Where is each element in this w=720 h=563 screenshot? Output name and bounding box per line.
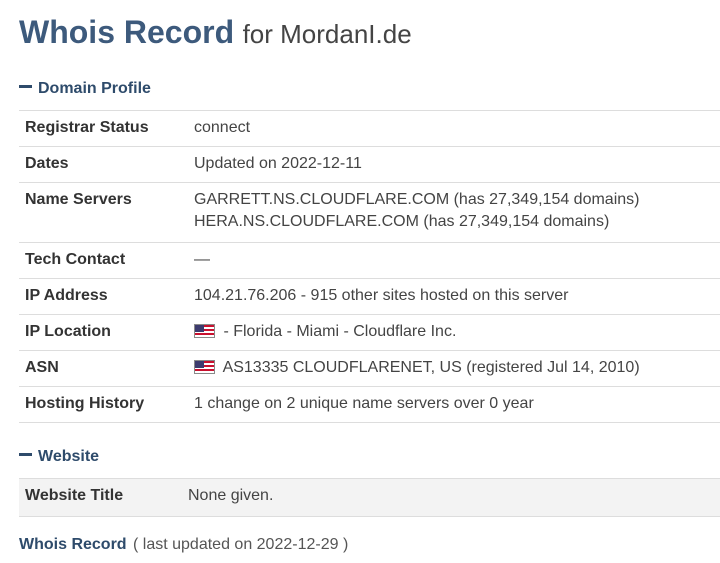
row-value: 1 change on 2 unique name servers over 0… xyxy=(194,386,720,423)
website-table: Website Title None given. xyxy=(19,478,720,517)
collapse-icon xyxy=(19,453,32,457)
table-row: Website Title None given. xyxy=(19,478,720,517)
last-updated-text: ( last updated on 2022-12-29 ) xyxy=(133,536,349,553)
row-label: Website Title xyxy=(19,478,188,517)
row-label: IP Location xyxy=(19,314,194,351)
table-row: IP Location - Florida - Miami - Cloudfla… xyxy=(19,314,720,351)
row-value: - Florida - Miami - Cloudflare Inc. xyxy=(194,314,720,351)
row-value: GARRETT.NS.CLOUDFLARE.COM (has 27,349,15… xyxy=(194,182,720,243)
page-title: Whois Record for MordanI.de xyxy=(19,14,412,51)
row-value: Updated on 2022-12-11 xyxy=(194,146,720,183)
us-flag-icon xyxy=(194,359,215,374)
ip-location-value: - Florida - Miami - Cloudflare Inc. xyxy=(219,323,457,340)
asn-value: AS13335 CLOUDFLARENET, US (registered Ju… xyxy=(219,359,640,376)
row-label: IP Address xyxy=(19,278,194,315)
row-label: Registrar Status xyxy=(19,110,194,147)
whois-record-link[interactable]: Whois Record xyxy=(19,536,127,553)
table-row: Tech Contact — xyxy=(19,242,720,279)
domain-profile-toggle[interactable]: Domain Profile xyxy=(19,80,151,98)
row-label: Hosting History xyxy=(19,386,194,423)
table-row: Name Servers GARRETT.NS.CLOUDFLARE.COM (… xyxy=(19,182,720,243)
table-row: ASN AS13335 CLOUDFLARENET, US (registere… xyxy=(19,350,720,387)
us-flag-icon xyxy=(194,323,215,338)
whois-record-footer: Whois Record ( last updated on 2022-12-2… xyxy=(19,536,348,554)
page-title-main: Whois Record xyxy=(19,14,235,50)
row-value: AS13335 CLOUDFLARENET, US (registered Ju… xyxy=(194,350,720,387)
table-row: IP Address 104.21.76.206 - 915 other sit… xyxy=(19,278,720,315)
row-value: — xyxy=(194,242,720,279)
row-label: Tech Contact xyxy=(19,242,194,279)
row-value: connect xyxy=(194,110,720,147)
row-value: None given. xyxy=(188,478,720,517)
name-server-2: HERA.NS.CLOUDFLARE.COM (has 27,349,154 d… xyxy=(194,213,610,230)
domain-profile-heading: Domain Profile xyxy=(38,80,151,97)
domain-profile-table: Registrar Status connect Dates Updated o… xyxy=(19,110,720,423)
table-row: Dates Updated on 2022-12-11 xyxy=(19,146,720,183)
collapse-icon xyxy=(19,85,32,89)
table-row: Registrar Status connect xyxy=(19,110,720,147)
table-row: Hosting History 1 change on 2 unique nam… xyxy=(19,386,720,423)
row-label: Dates xyxy=(19,146,194,183)
row-label: ASN xyxy=(19,350,194,387)
name-server-1: GARRETT.NS.CLOUDFLARE.COM (has 27,349,15… xyxy=(194,191,640,208)
page-title-domain: for MordanI.de xyxy=(242,19,412,49)
website-heading: Website xyxy=(38,448,100,465)
row-value: 104.21.76.206 - 915 other sites hosted o… xyxy=(194,278,720,315)
row-label: Name Servers xyxy=(19,182,194,243)
website-toggle[interactable]: Website xyxy=(19,448,99,466)
whois-page: Whois Record for MordanI.de Domain Profi… xyxy=(0,0,720,563)
